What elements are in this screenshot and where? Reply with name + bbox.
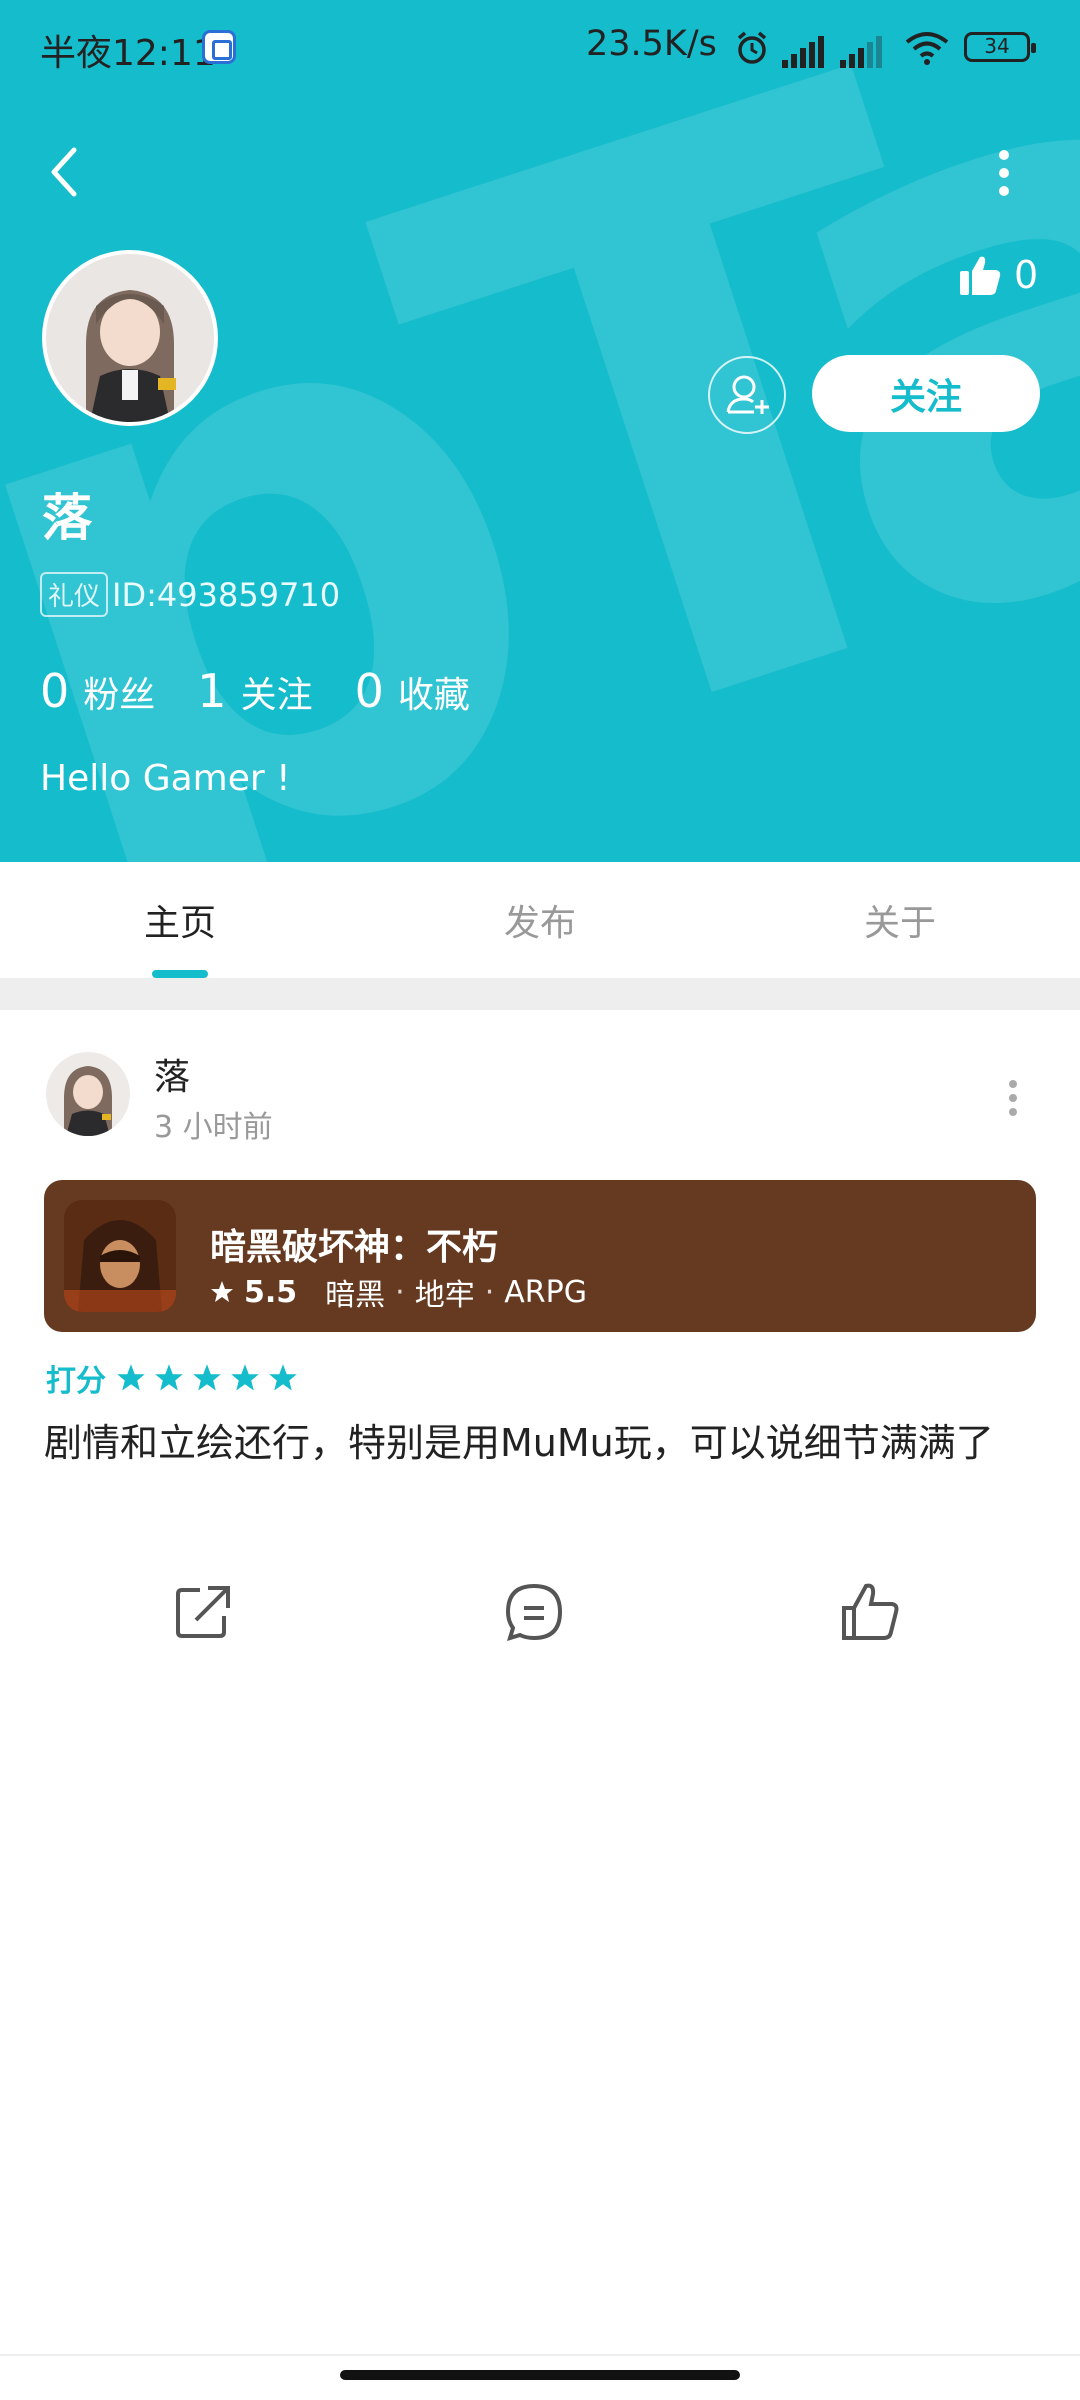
signal-hd-icon (840, 36, 882, 68)
profile-id-row: 礼仪 ID:493859710 (40, 572, 340, 617)
home-indicator[interactable] (340, 2370, 740, 2380)
stat-favorites[interactable]: 0 收藏 (355, 664, 470, 718)
stat-followers[interactable]: 0 粉丝 (40, 664, 155, 718)
post-content[interactable]: 剧情和立绘还行，特别是用MuMu玩，可以说细节满满了 (44, 1410, 1034, 1476)
post-timestamp: 3 小时前 (154, 1110, 273, 1145)
profile-header: pTa 半夜12:11 23.5K/s 34 0 关注 落 礼仪 ID:4938… (0, 0, 1080, 862)
status-bar: 半夜12:11 23.5K/s 34 (0, 0, 1080, 96)
tag-separator: · (395, 1274, 405, 1310)
stat-number: 0 (40, 664, 70, 718)
game-title: 暗黑破坏神：不朽 (210, 1227, 499, 1268)
profile-stats: 0 粉丝 1 关注 0 收藏 (40, 664, 512, 718)
avatar-image (46, 1052, 130, 1136)
game-icon (64, 1200, 176, 1312)
rating-label: 打分 (46, 1364, 106, 1399)
back-icon[interactable] (44, 146, 84, 198)
game-card[interactable]: 暗黑破坏神：不朽 5.5 暗黑 · 地牢 · ARPG (44, 1180, 1036, 1332)
status-time: 半夜12:11 (40, 33, 216, 74)
add-user-icon (726, 375, 769, 414)
star-icon (231, 1364, 259, 1391)
nav-divider (0, 2354, 1080, 2356)
game-tag: 暗黑 (325, 1278, 386, 1313)
stat-following[interactable]: 1 关注 (197, 664, 312, 718)
star-icon (269, 1364, 297, 1391)
add-friend-button[interactable] (708, 356, 786, 434)
tab-posts[interactable]: 发布 (360, 862, 720, 978)
likes-count: 0 (1014, 253, 1039, 297)
star-icon (117, 1364, 145, 1391)
post-actions (0, 1580, 1080, 1660)
tag-separator: · (484, 1274, 495, 1310)
follow-button[interactable]: 关注 (812, 355, 1040, 432)
star-icon (193, 1364, 221, 1391)
post-author-name[interactable]: 落 (154, 1048, 190, 1100)
game-tag: 地牢 (414, 1278, 475, 1313)
game-meta: 5.5 暗黑 · 地牢 · ARPG (210, 1270, 587, 1314)
tab-home[interactable]: 主页 (0, 862, 360, 978)
profile-name: 落 (42, 489, 92, 547)
rating-stars (116, 1363, 298, 1393)
post-more-icon[interactable] (1006, 1080, 1020, 1126)
section-divider (0, 980, 1080, 1010)
likes-counter[interactable]: 0 (958, 252, 1038, 298)
wifi-icon (905, 32, 949, 65)
game-tag: ARPG (504, 1274, 587, 1310)
rating-row: 打分 (46, 1356, 298, 1400)
avatar[interactable] (42, 250, 218, 426)
network-speed: 23.5K/s (586, 24, 717, 64)
app-icon (202, 30, 236, 64)
stat-label: 粉丝 (83, 675, 156, 716)
star-icon (211, 1281, 233, 1302)
more-icon[interactable] (992, 150, 1016, 200)
stat-label: 关注 (240, 675, 313, 716)
post-author-avatar[interactable] (46, 1052, 130, 1136)
user-tag: 礼仪 (40, 572, 109, 617)
stat-number: 0 (354, 664, 384, 718)
comment-icon[interactable] (502, 1580, 566, 1644)
profile-bio: Hello Gamer ! (40, 758, 291, 799)
status-icons: 34 (734, 28, 1036, 68)
like-icon[interactable] (838, 1580, 902, 1644)
avatar-image (46, 254, 214, 422)
stat-label: 收藏 (397, 675, 470, 716)
alarm-icon (737, 31, 767, 64)
signal-hd-icon (782, 36, 824, 68)
tab-about[interactable]: 关于 (720, 862, 1080, 978)
battery-icon: 34 (964, 32, 1036, 62)
game-score: 5.5 (244, 1274, 298, 1310)
thumbs-up-icon (960, 256, 1001, 295)
star-icon (155, 1364, 183, 1391)
profile-tabs: 主页 发布 关于 (0, 862, 1080, 980)
profile-id: ID:493859710 (112, 575, 341, 614)
stat-number: 1 (197, 664, 227, 718)
share-icon[interactable] (170, 1580, 234, 1644)
